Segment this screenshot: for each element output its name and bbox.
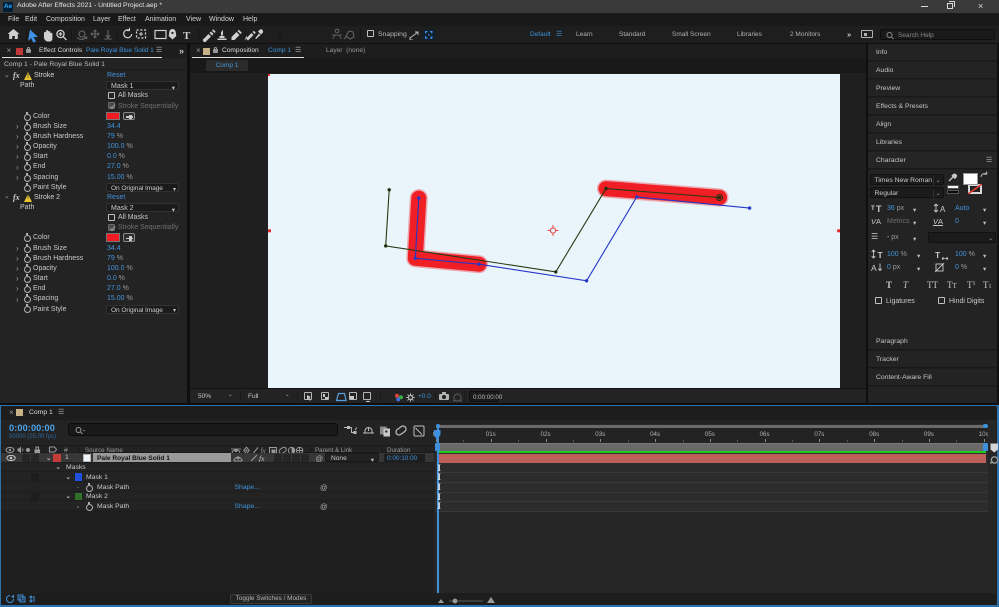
svg-text:A: A (871, 263, 877, 273)
svg-text:T: T (935, 250, 941, 260)
svg-text:A: A (940, 205, 946, 214)
svg-text:T: T (183, 30, 191, 42)
svg-text:fx: fx (259, 454, 265, 462)
svg-text:T: T (878, 250, 884, 260)
